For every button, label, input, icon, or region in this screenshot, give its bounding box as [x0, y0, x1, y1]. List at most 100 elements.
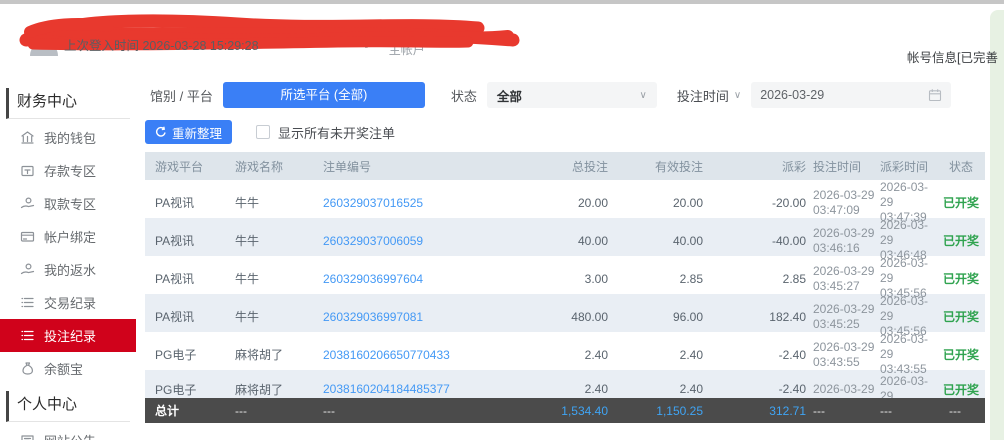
cell-platform: PA视讯 [145, 270, 225, 287]
bet-id-link[interactable]: 2038160204184485377 [323, 382, 450, 396]
sidebar-item-announcements[interactable]: 网站公告 [0, 424, 136, 440]
cell-bet-id: 2038160206650770433 [313, 348, 530, 362]
column-header-valid-bet: 有效投注 [610, 158, 705, 175]
cell-valid-bet: 2.40 [610, 382, 705, 396]
cell-total-bet: 3.00 [530, 272, 610, 286]
sidebar-item-wallet[interactable]: 我的钱包 [0, 121, 136, 154]
cell-status: 已开奖 [939, 270, 985, 287]
cell-bet-time: 2026-03-2903:46:16 [808, 226, 875, 256]
bank-icon [20, 130, 35, 145]
yen-icon: ¥ [358, 22, 375, 56]
bet-id-link[interactable]: 260329036997081 [323, 310, 423, 324]
bet-id-link[interactable]: 260329037016525 [323, 196, 423, 210]
sidebar-section-title: 个人中心 [6, 391, 130, 422]
account-type-label: 主帐户 [389, 41, 439, 58]
total-bet-time: --- [808, 404, 875, 418]
table-total-row: 总计------1,534.401,150.25312.71--------- [145, 398, 985, 423]
platform-filter-label: 馆别 / 平台 [150, 86, 213, 105]
column-header-bet-time: 投注时间 [808, 158, 875, 175]
sidebar-item-bet-records[interactable]: 投注纪录 [0, 319, 136, 352]
cell-game-name: 牛牛 [225, 232, 313, 249]
cell-game-name: 牛牛 [225, 194, 313, 211]
cell-payout: -2.40 [705, 348, 808, 362]
chevron-down-icon: ∨ [640, 90, 647, 101]
cell-status: 已开奖 [939, 381, 985, 398]
cell-status: 已开奖 [939, 232, 985, 249]
cell-bet-time: 2026-03-2903:43:55 [808, 340, 875, 370]
sidebar-item-deposit[interactable]: 存款专区 [0, 154, 136, 187]
cell-payout: -2.40 [705, 382, 808, 396]
sidebar-item-label: 取款专区 [44, 194, 96, 213]
calendar-icon [928, 88, 942, 102]
sidebar-item-account-binding[interactable]: 帐户绑定 [0, 220, 136, 253]
account-info-link[interactable]: 帐号信息[已完善 [907, 47, 998, 66]
cell-bet-id: 2038160204184485377 [313, 382, 530, 396]
sidebar-item-label: 余额宝 [44, 359, 83, 378]
status-select-value: 全部 [497, 86, 522, 105]
platform-select-button[interactable]: 所选平台 (全部) [223, 82, 425, 108]
cell-payout: -20.00 [705, 196, 808, 210]
cell-bet-time: 2026-03-2903:45:25 [808, 302, 875, 332]
cell-total-bet: 20.00 [530, 196, 610, 210]
bet-list-icon [20, 328, 35, 343]
total-payout-time: --- [875, 404, 939, 418]
column-header-payout: 派彩 [705, 158, 808, 175]
cell-platform: PA视讯 [145, 232, 225, 249]
bet-id-link[interactable]: 260329036997604 [323, 272, 423, 286]
cell-total-bet: 2.40 [530, 382, 610, 396]
sidebar-section-title: 财务中心 [6, 88, 130, 119]
money-bag-icon [20, 361, 35, 376]
bank-card-icon [20, 229, 35, 244]
total-total-bet: 1,534.40 [530, 404, 610, 418]
cell-total-bet: 2.40 [530, 348, 610, 362]
page: 上次登入时间 2026-03-28 15:29:28 ¥ 3.40 主帐户 帐号… [0, 0, 1004, 440]
sidebar-item-yuebao[interactable]: 余额宝 [0, 352, 136, 385]
table-row: PG电子麻将胡了20381602066507704332.402.40-2.40… [145, 332, 985, 370]
total-valid-bet: 1,150.25 [610, 404, 705, 418]
cell-bet-id: 260329037016525 [313, 196, 530, 210]
date-value: 2026-03-29 [760, 88, 824, 102]
transaction-list-icon [20, 295, 35, 310]
actions-row: 重新整理 显示所有未开奖注单 [145, 120, 985, 144]
total-game-name: --- [225, 404, 313, 418]
balance-refresh-icon[interactable] [423, 22, 439, 38]
sidebar-item-transactions[interactable]: 交易纪录 [0, 286, 136, 319]
sidebar-item-label: 投注纪录 [44, 326, 96, 345]
cell-valid-bet: 2.40 [610, 348, 705, 362]
column-header-platform: 游戏平台 [145, 158, 225, 175]
refresh-button[interactable]: 重新整理 [145, 120, 232, 144]
sidebar: 财务中心我的钱包存款专区取款专区帐户绑定我的返水交易纪录投注纪录余额宝个人中心网… [0, 88, 136, 440]
date-input[interactable]: 2026-03-29 [751, 82, 951, 108]
cell-total-bet: 40.00 [530, 234, 610, 248]
user-avatar[interactable] [26, 22, 62, 58]
bet-records-table: 游戏平台游戏名称注单编号总投注有效投注派彩投注时间派彩时间状态 PA视讯牛牛26… [145, 152, 985, 408]
cell-valid-bet: 2.85 [610, 272, 705, 286]
sidebar-item-label: 网站公告 [44, 431, 96, 440]
sidebar-item-withdraw[interactable]: 取款专区 [0, 187, 136, 220]
cell-valid-bet: 96.00 [610, 310, 705, 324]
sidebar-item-label: 我的钱包 [44, 128, 96, 147]
bet-id-link[interactable]: 2038160206650770433 [323, 348, 450, 362]
bet-id-link[interactable]: 260329037006059 [323, 234, 423, 248]
cell-bet-id: 260329037006059 [313, 234, 530, 248]
sidebar-item-label: 交易纪录 [44, 293, 96, 312]
status-select[interactable]: 全部 ∨ [487, 82, 657, 108]
balance-block: ¥ 3.40 主帐户 [358, 22, 439, 58]
cell-status: 已开奖 [939, 346, 985, 363]
cell-status: 已开奖 [939, 194, 985, 211]
cell-status: 已开奖 [939, 308, 985, 325]
show-unsettled-checkbox[interactable] [256, 125, 270, 139]
show-unsettled-label: 显示所有未开奖注单 [278, 123, 395, 142]
column-header-game-name: 游戏名称 [225, 158, 313, 175]
sidebar-item-rebate[interactable]: 我的返水 [0, 253, 136, 286]
table-row: PA视讯牛牛260329036997081480.0096.00182.4020… [145, 294, 985, 332]
hand-coin-icon [20, 196, 35, 211]
table-row: PA视讯牛牛26032903700605940.0040.00-40.00202… [145, 218, 985, 256]
sidebar-item-label: 帐户绑定 [44, 227, 96, 246]
cell-valid-bet: 40.00 [610, 234, 705, 248]
chevron-down-icon: ∨ [734, 90, 741, 101]
bet-time-label: 投注时间 [677, 86, 729, 105]
last-login-time: 上次登入时间 2026-03-28 15:29:28 [64, 35, 259, 54]
bet-time-dropdown[interactable]: 投注时间 ∨ [677, 86, 741, 105]
cell-total-bet: 480.00 [530, 310, 610, 324]
